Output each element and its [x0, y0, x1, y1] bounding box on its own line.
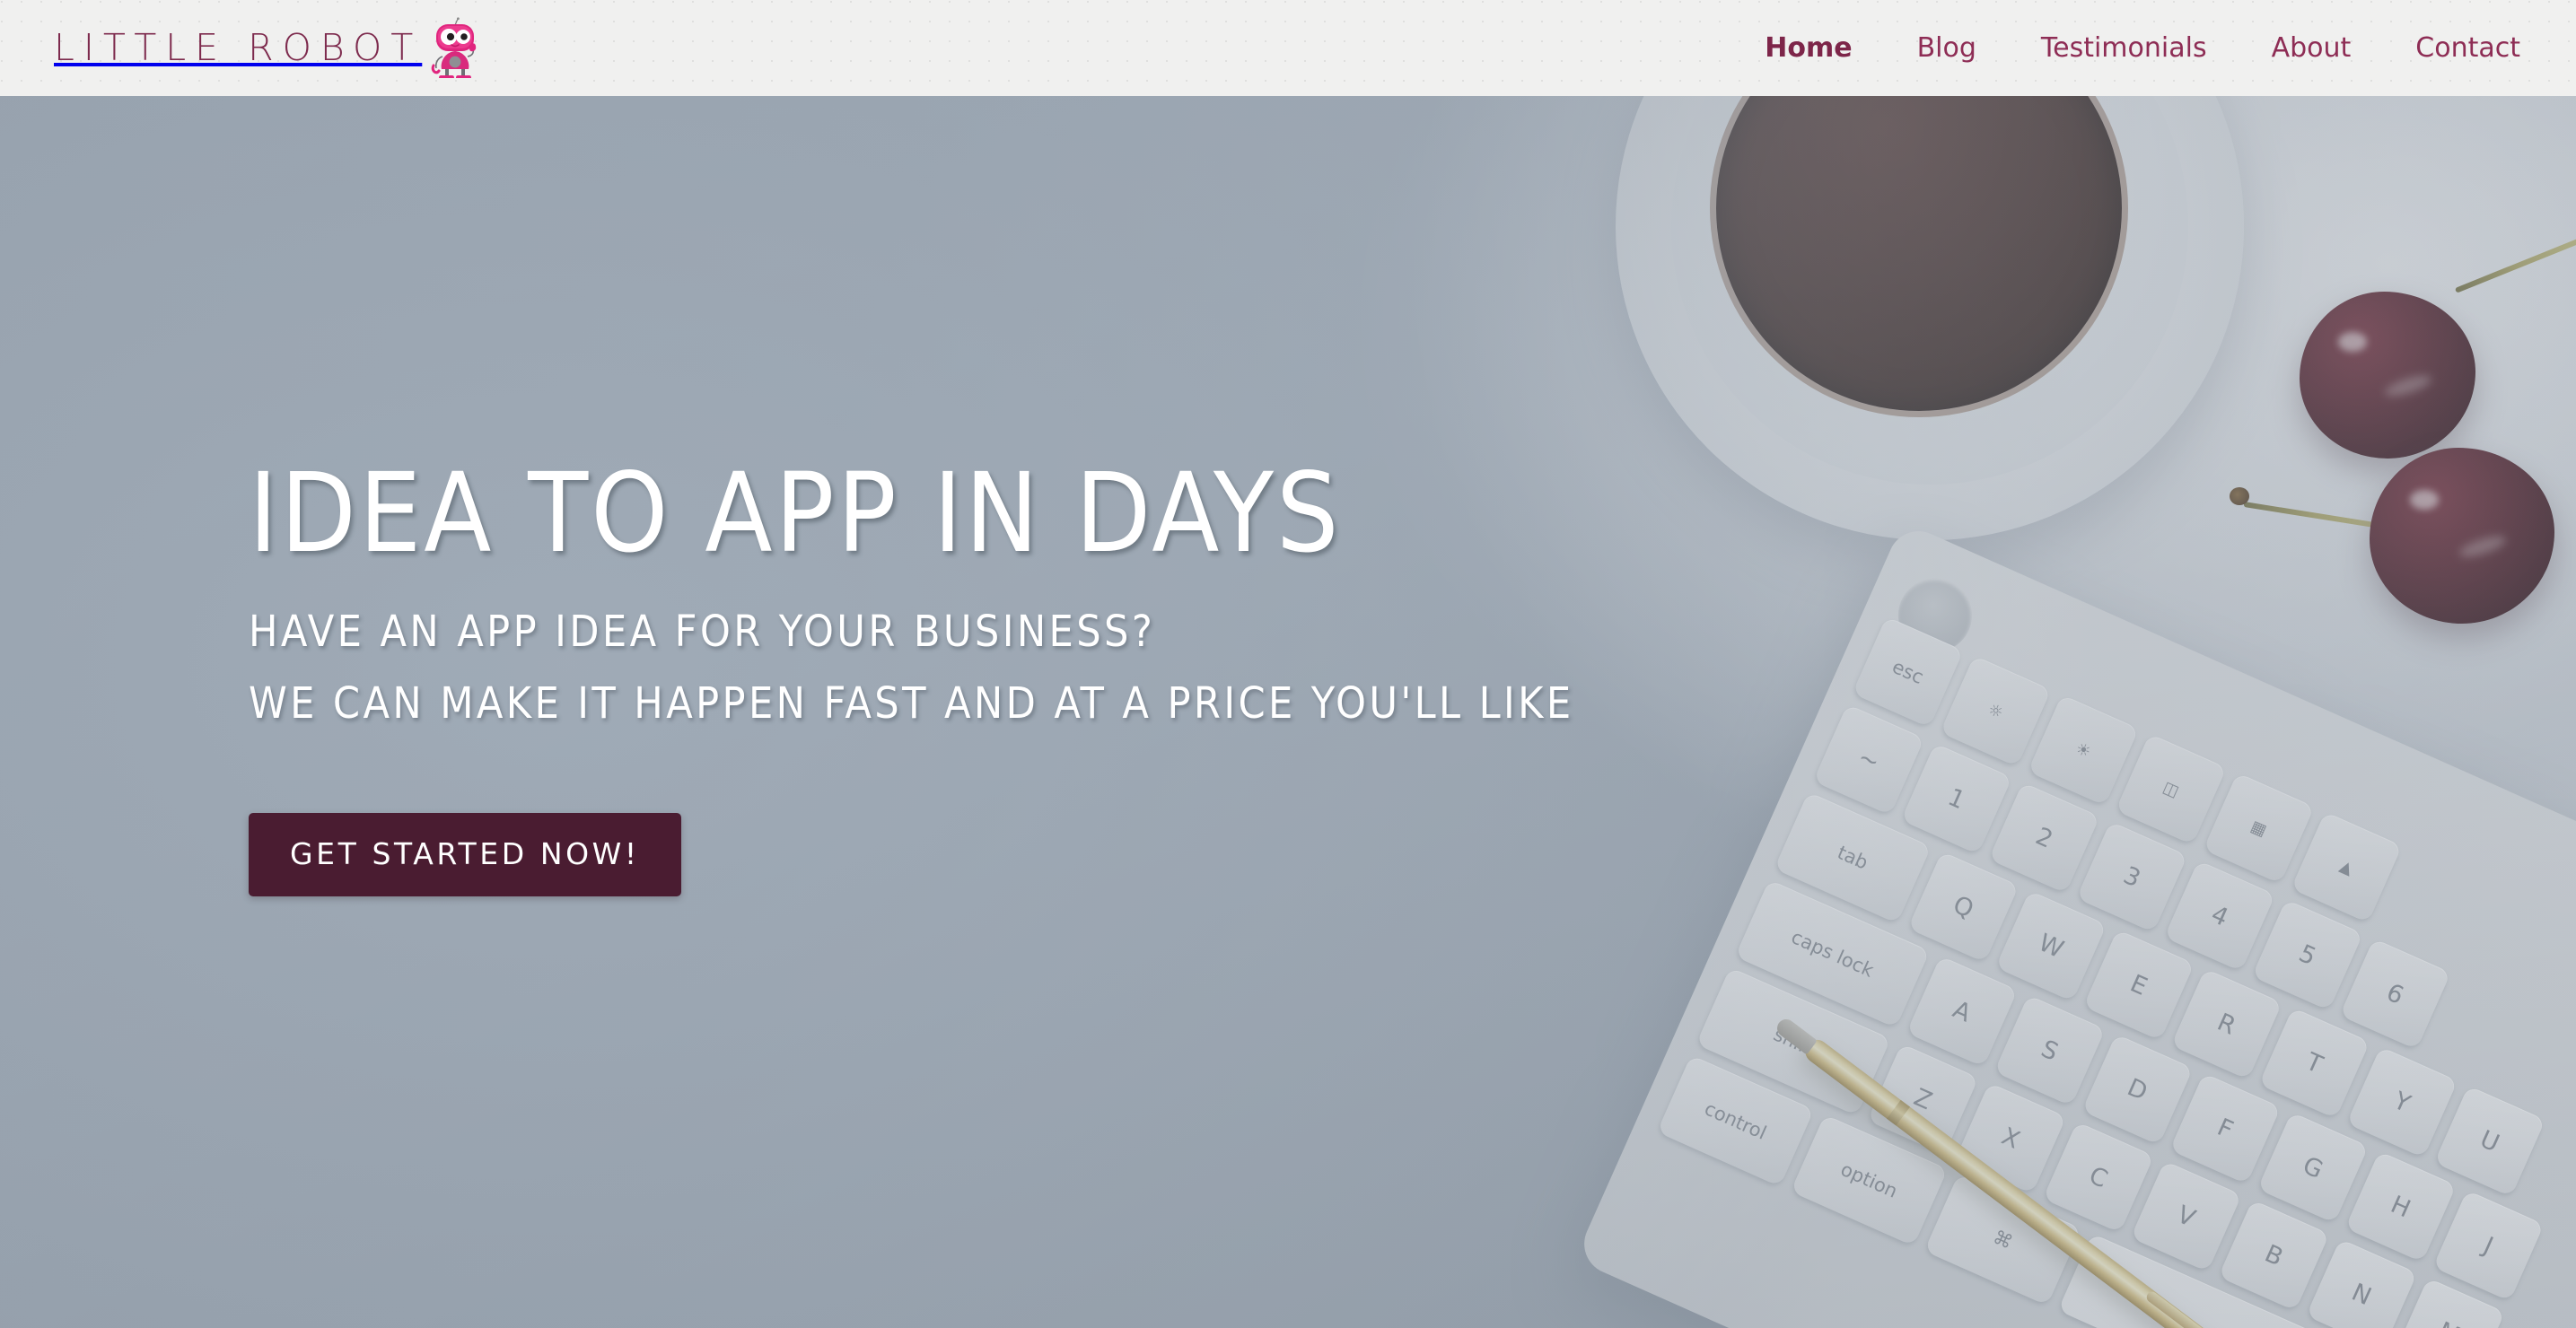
landing-page: LITTLE ROBOT Home Blog Testimonials Abou… — [0, 0, 2576, 1328]
hero-headline: IDEA TO APP IN DAYS — [249, 450, 1342, 577]
hero-subheadline: HAVE AN APP IDEA FOR YOUR BUSINESS? WE C… — [249, 609, 2576, 727]
robot-mascot-icon — [431, 15, 479, 82]
site-header: LITTLE ROBOT Home Blog Testimonials Abou… — [0, 0, 2576, 96]
hero-content: IDEA TO APP IN DAYS HAVE AN APP IDEA FOR… — [0, 96, 2576, 1328]
nav-item-contact[interactable]: Contact — [2383, 32, 2520, 64]
brand-logo-link[interactable]: LITTLE ROBOT — [54, 15, 479, 82]
hero-subheadline-line-2: WE CAN MAKE IT HAPPEN FAST AND AT A PRIC… — [249, 678, 1574, 730]
nav-item-home[interactable]: Home — [1732, 32, 1884, 64]
nav-item-about[interactable]: About — [2239, 32, 2384, 64]
hero-section: esc ☼ ☀ ◫ ▦ ▲ ~ 1 2 3 4 5 6 tab Q W E R … — [0, 96, 2576, 1328]
brand-name: LITTLE ROBOT — [54, 26, 423, 69]
get-started-button[interactable]: GET STARTED NOW! — [249, 812, 681, 896]
main-navigation: Home Blog Testimonials About Contact — [1732, 32, 2520, 64]
nav-item-blog[interactable]: Blog — [1885, 32, 2009, 64]
nav-item-testimonials[interactable]: Testimonials — [2009, 32, 2239, 64]
hero-subheadline-line-1: HAVE AN APP IDEA FOR YOUR BUSINESS? — [249, 607, 1156, 657]
